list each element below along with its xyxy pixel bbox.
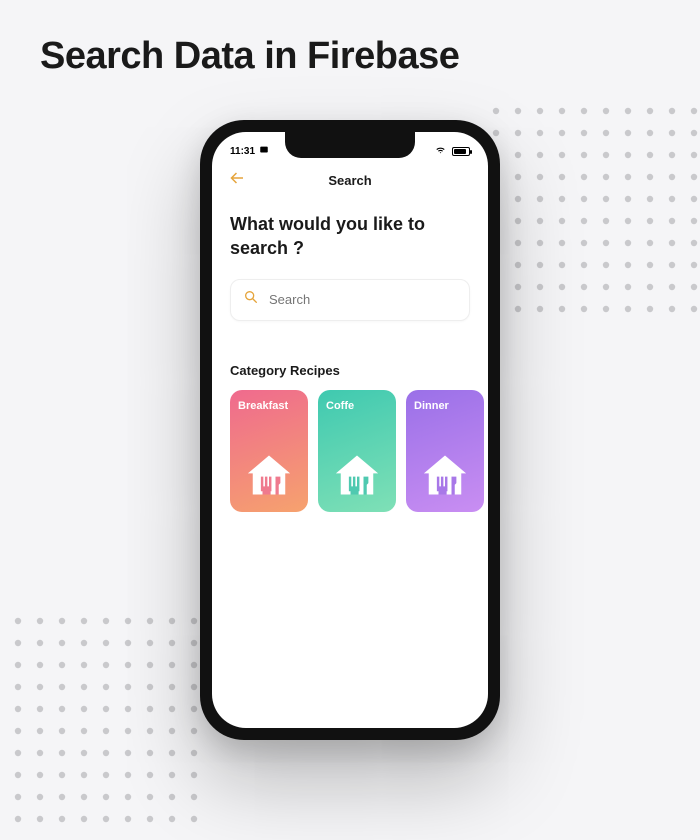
category-card-breakfast[interactable]: Breakfast (230, 390, 308, 512)
phone-screen: 11:31 Search What would you like to sear… (212, 132, 488, 728)
screen-title: Search (328, 173, 371, 188)
decorative-dots (490, 105, 700, 325)
search-icon (243, 289, 259, 310)
app-topbar: Search (212, 162, 488, 198)
category-cards[interactable]: Breakfast Coffe Dinner (230, 390, 470, 512)
phone-frame: 11:31 Search What would you like to sear… (200, 120, 500, 740)
house-fork-knife-icon (331, 449, 383, 504)
search-input[interactable] (269, 292, 457, 307)
battery-icon (452, 147, 470, 156)
status-time: 11:31 (230, 146, 255, 157)
phone-notch (285, 132, 415, 158)
house-fork-knife-icon (419, 449, 471, 504)
message-icon (259, 145, 269, 158)
category-card-coffe[interactable]: Coffe (318, 390, 396, 512)
search-prompt: What would you like to search ? (230, 212, 470, 261)
category-label: Coffe (326, 400, 354, 412)
decorative-dots (0, 615, 210, 835)
back-icon[interactable] (228, 169, 246, 192)
house-fork-knife-icon (243, 449, 295, 504)
category-card-dinner[interactable]: Dinner (406, 390, 484, 512)
search-box[interactable] (230, 279, 470, 321)
categories-heading: Category Recipes (230, 363, 470, 378)
page-title: Search Data in Firebase (40, 35, 459, 78)
category-label: Dinner (414, 400, 449, 412)
wifi-icon (434, 145, 447, 158)
category-label: Breakfast (238, 400, 288, 412)
